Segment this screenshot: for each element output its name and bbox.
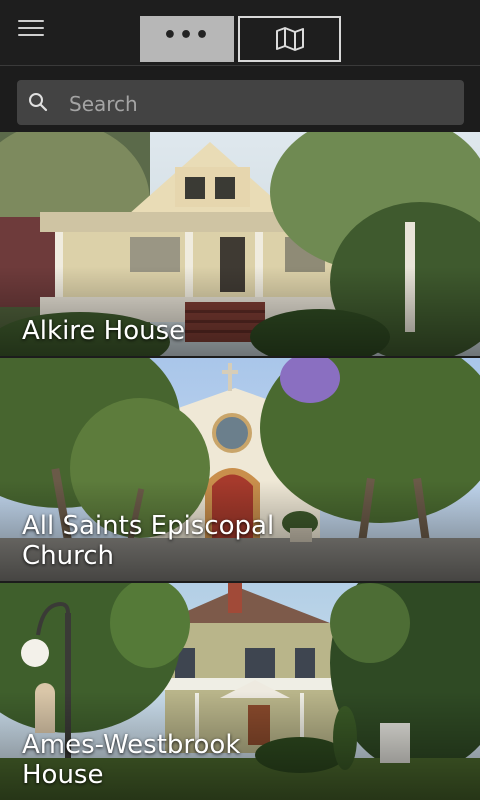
search-input[interactable] xyxy=(67,80,451,127)
top-app-bar: ••• xyxy=(0,0,480,66)
folded-map-icon xyxy=(276,27,304,51)
place-title: All Saints Episcopal Church xyxy=(22,511,275,571)
place-card-ames-westbrook-house[interactable]: Ames-Westbrook House xyxy=(0,583,480,800)
search-bar[interactable] xyxy=(17,80,464,127)
place-title: Alkire House xyxy=(22,316,186,346)
place-title: Ames-Westbrook House xyxy=(22,730,241,790)
tab-list-view[interactable]: ••• xyxy=(140,16,234,62)
tab-map-view[interactable] xyxy=(238,16,341,62)
place-card-alkire-house[interactable]: Alkire House xyxy=(0,132,480,356)
search-icon xyxy=(29,93,48,112)
more-dots-icon: ••• xyxy=(162,23,212,48)
place-card-all-saints-episcopal-church[interactable]: All Saints Episcopal Church xyxy=(0,358,480,581)
hamburger-menu-icon[interactable] xyxy=(18,20,44,42)
